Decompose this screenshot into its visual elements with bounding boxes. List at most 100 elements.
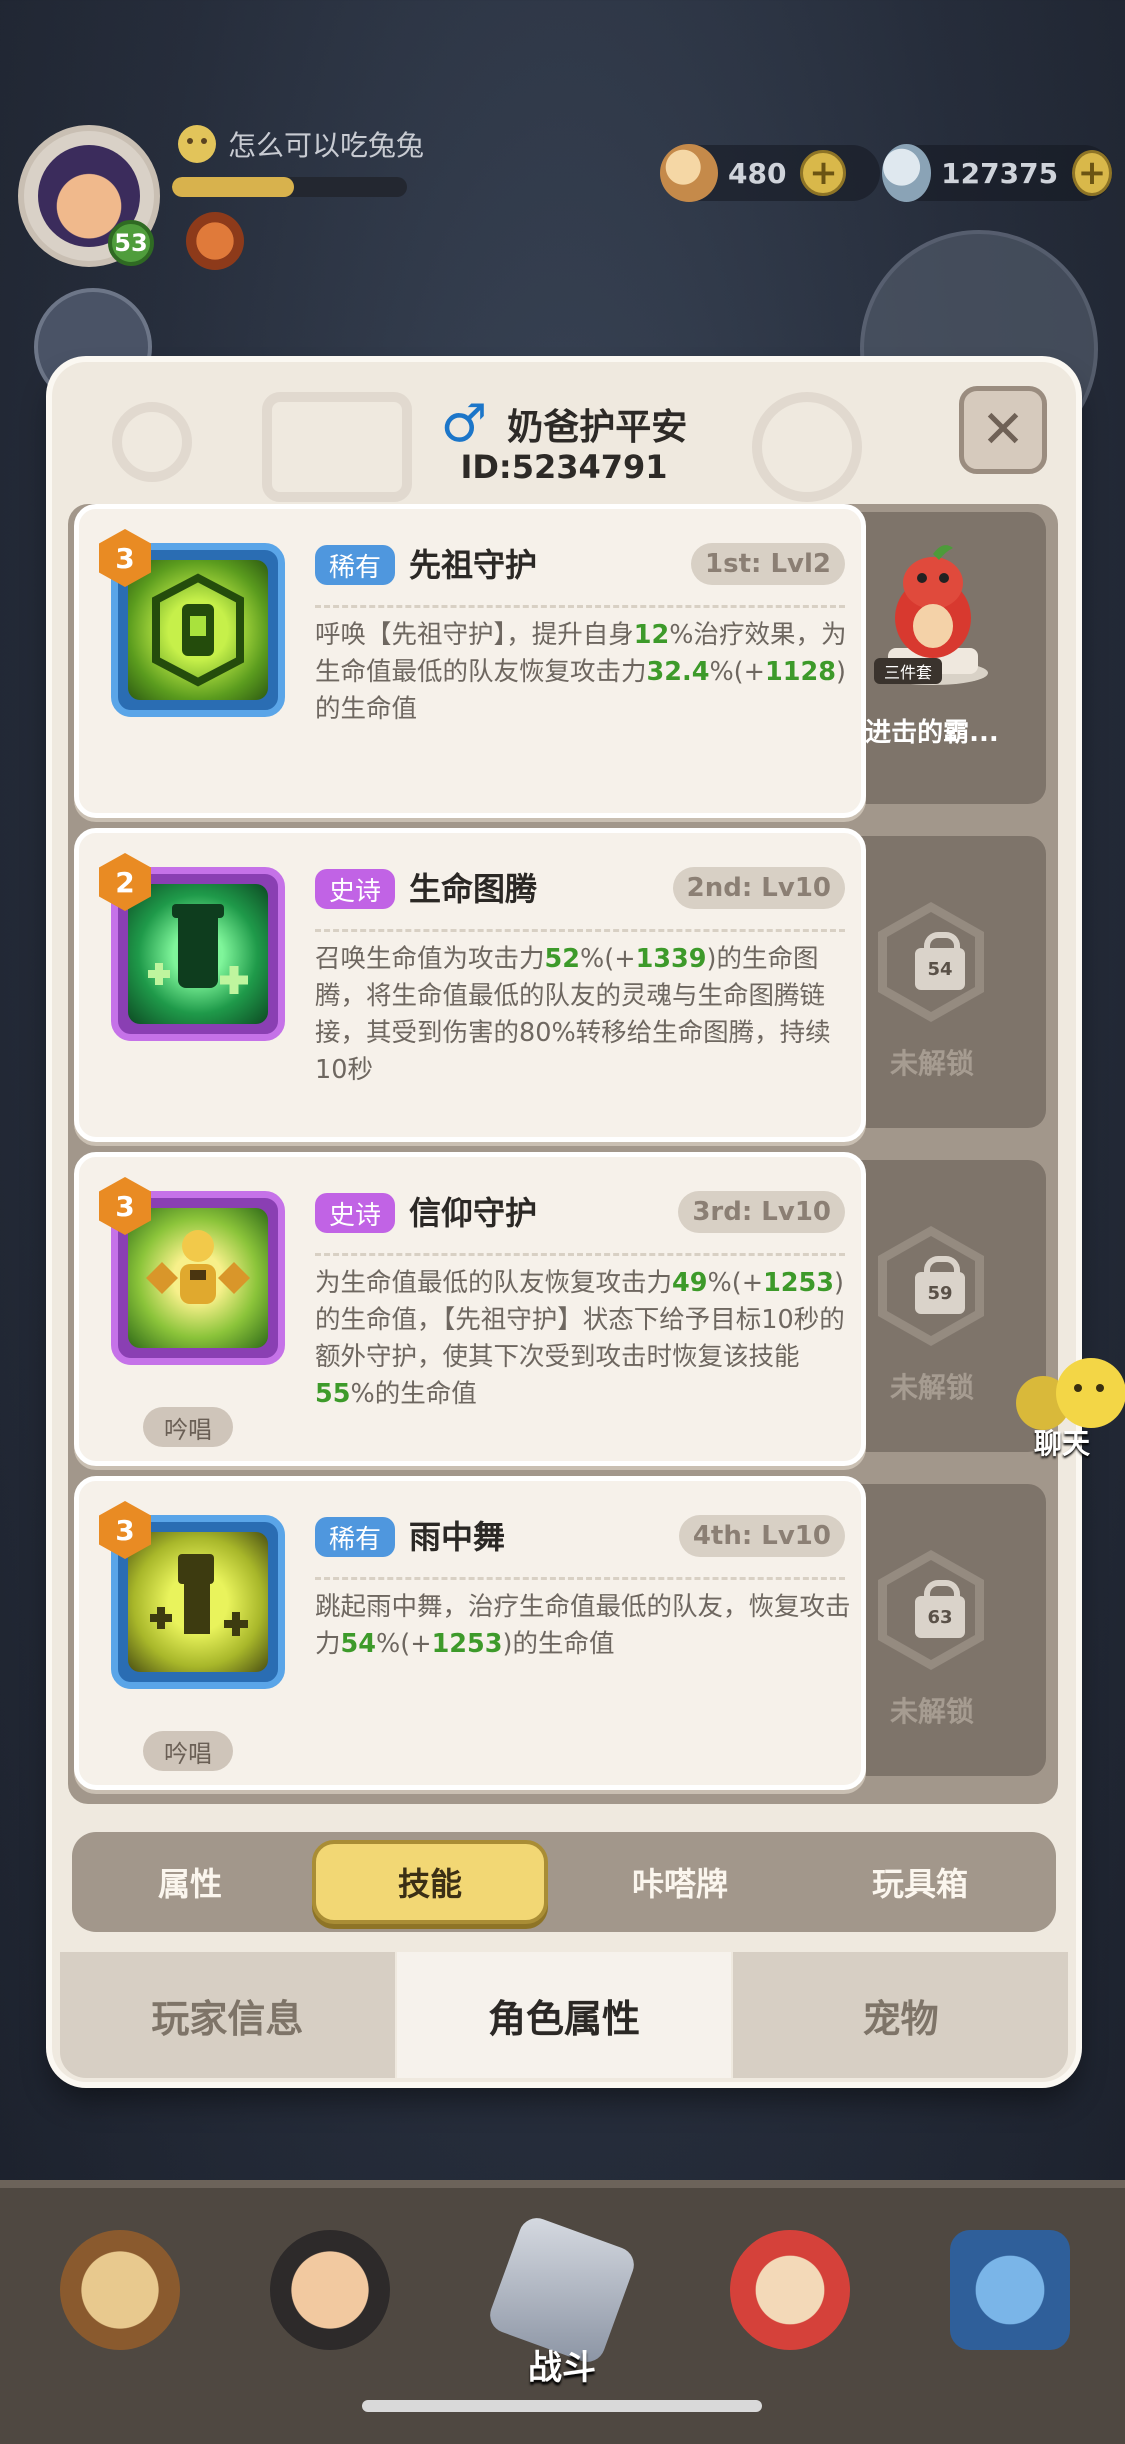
divider — [315, 1577, 845, 1580]
skill-value: 12 — [633, 620, 670, 650]
nav-character-1[interactable] — [20, 2210, 220, 2410]
skill-text: 召唤生命值为攻击力 — [315, 944, 545, 974]
divider — [315, 929, 845, 932]
nav-pet[interactable] — [690, 2210, 890, 2410]
skill-card[interactable]: 3 吟唱 史诗 信仰守护 3rd: Lv10 为生命值最低的队友恢复攻击力49%… — [74, 1152, 866, 1466]
rarity-badge: 史诗 — [315, 869, 396, 909]
shrine-icon — [950, 2230, 1070, 2350]
skill-level: 3rd: Lv10 — [678, 1191, 845, 1233]
unlock-level: 54 — [915, 948, 965, 990]
skill-text: %(+ — [709, 657, 765, 687]
skill-value: 1339 — [635, 944, 707, 974]
skill-value: 32.4 — [646, 657, 710, 687]
skill-value: 55 — [315, 1379, 351, 1409]
male-gender-icon: ♂ — [440, 394, 488, 454]
xp-bar-fill — [172, 177, 295, 197]
skill-description: 召唤生命值为攻击力52%(+1339)的生命图腾，将生命值最低的队友的灵魂与生命… — [315, 941, 851, 1089]
tab-character-attributes[interactable]: 角色属性 — [396, 1952, 734, 2078]
skill-level: 2nd: Lv10 — [672, 867, 845, 909]
modal-title: ♂ 奶爸护平安 — [52, 398, 1076, 450]
nav-character-2[interactable] — [230, 2210, 430, 2410]
pearl-count: 127375 — [941, 156, 1059, 190]
skill-name: 先祖守护 — [409, 546, 538, 584]
close-button[interactable]: ✕ — [959, 386, 1047, 474]
tab-cards[interactable]: 咔嗒牌 — [562, 1840, 798, 1924]
skill-level: 1st: Lvl2 — [691, 543, 845, 585]
tab-pets[interactable]: 宠物 — [733, 1952, 1069, 2078]
skill-description: 为生命值最低的队友恢复攻击力49%(+1253)的生命值，【先祖守护】状态下给予… — [315, 1265, 851, 1413]
skill-text: 为生命值最低的队友恢复攻击力 — [315, 1268, 673, 1298]
lock-icon: 63 — [878, 1550, 984, 1670]
inner-tab-bar: 属性 技能 咔嗒牌 玩具箱 — [72, 1832, 1056, 1932]
skill-description: 跳起雨中舞，治疗生命值最低的队友，恢复攻击力54%(+1253)的生命值 — [315, 1589, 851, 1663]
resource-pearl: 127375 + — [882, 144, 1112, 202]
home-indicator[interactable] — [362, 2400, 762, 2412]
skill-card[interactable]: 3 吟唱 稀有 雨中舞 4th: Lv10 跳起雨中舞，治疗生命值最低的队友，恢… — [74, 1476, 866, 1790]
skill-description: 呼唤【先祖守护】，提升自身12%治疗效果，为生命值最低的队友恢复攻击力32.4%… — [315, 617, 851, 728]
chat-button[interactable]: 聊天 — [1010, 1352, 1125, 1460]
skill-value: 1253 — [763, 1268, 835, 1298]
skill-text: %(+ — [376, 1629, 432, 1659]
skill-value: 49 — [672, 1268, 708, 1298]
hud-username: 怎么可以吃兔兔 — [178, 124, 424, 164]
skill-card[interactable]: 3 稀有 先祖守护 1st: Lvl2 呼唤【先祖守护】，提升自身12%治疗效果… — [74, 504, 866, 818]
player-profile-modal: ♂ 奶爸护平安 ID:5234791 ✕ 三件套 进击的霸... 3 稀有 先祖… — [52, 362, 1076, 2082]
skill-icon — [128, 884, 268, 1024]
set-badge: 三件套 — [874, 658, 943, 684]
skill-value: 54 — [340, 1629, 377, 1659]
player-level-badge: 53 — [108, 220, 154, 266]
lock-icon: 59 — [878, 1226, 984, 1346]
skill-row: 59 未解锁 3 吟唱 史诗 信仰守护 3rd: Lv10 为生命值最低的队友恢… — [68, 1152, 1058, 1466]
nav-battle[interactable]: 战斗 — [462, 2210, 662, 2410]
skill-text: %的生命值 — [350, 1379, 477, 1409]
dinosaur-pet-icon — [730, 2230, 850, 2350]
tab-skills[interactable]: 技能 — [312, 1840, 548, 1924]
skill-row: 63 未解锁 3 吟唱 稀有 雨中舞 4th: Lv10 跳起雨中舞，治疗生命值… — [68, 1476, 1058, 1790]
skill-list[interactable]: 三件套 进击的霸... 3 稀有 先祖守护 1st: Lvl2 呼唤【先祖守护】… — [68, 504, 1058, 1804]
hero-character-icon — [270, 2230, 390, 2350]
chant-tag: 吟唱 — [143, 1407, 233, 1447]
emoji-face-icon — [178, 125, 216, 163]
rain-dance-icon — [150, 1554, 248, 1636]
skill-card[interactable]: 2 史诗 生命图腾 2nd: Lv10 召唤生命值为攻击力52%(+1339)的… — [74, 828, 866, 1142]
player-name: 奶爸护平安 — [507, 407, 688, 448]
divider — [315, 605, 845, 608]
faith-guard-icon — [146, 1230, 250, 1304]
divider — [315, 1253, 845, 1256]
resource-shell: 480 + — [660, 144, 880, 202]
rarity-badge: 稀有 — [315, 545, 396, 585]
skill-name: 雨中舞 — [409, 1518, 506, 1556]
nav-shop[interactable] — [910, 2210, 1110, 2410]
skill-text: %(+ — [580, 944, 636, 974]
lock-hex-inner: 59 — [887, 1236, 975, 1336]
add-pearl-button[interactable]: + — [1072, 150, 1112, 196]
rarity-badge: 史诗 — [315, 1193, 396, 1233]
chant-tag: 吟唱 — [143, 1731, 233, 1771]
xp-bar — [172, 177, 407, 197]
skill-row: 三件套 进击的霸... 3 稀有 先祖守护 1st: Lvl2 呼唤【先祖守护】… — [68, 504, 1058, 818]
skill-icon — [128, 560, 268, 700]
tab-attributes[interactable]: 属性 — [72, 1840, 308, 1924]
skill-value: 52 — [544, 944, 581, 974]
skill-row: 54 未解锁 2 史诗 生命图腾 2nd: Lv10 召唤生命值为攻击力52%(… — [68, 828, 1058, 1142]
skill-text: 呼唤【先祖守护】，提升自身 — [315, 620, 634, 650]
player-id: ID:5234791 — [460, 448, 668, 486]
chat-icon — [1056, 1358, 1125, 1428]
lock-icon: 54 — [878, 902, 984, 1022]
skill-icon — [128, 1532, 268, 1672]
tab-toybox[interactable]: 玩具箱 — [802, 1840, 1038, 1924]
skill-value: 1128 — [764, 657, 836, 687]
pearl-icon — [882, 144, 932, 202]
tab-player-info[interactable]: 玩家信息 — [60, 1952, 397, 2078]
pet-icon[interactable] — [186, 212, 244, 270]
ancestor-guard-icon — [152, 573, 244, 687]
unlock-level: 59 — [915, 1272, 965, 1314]
outer-tab-bar: 玩家信息 角色属性 宠物 — [60, 1952, 1069, 2078]
lock-hex-inner: 63 — [887, 1560, 975, 1660]
skill-level: 4th: Lv10 — [678, 1515, 845, 1557]
skill-name: 信仰守护 — [409, 1194, 538, 1232]
chat-label: 聊天 — [1034, 1427, 1091, 1460]
add-shell-button[interactable]: + — [800, 150, 847, 196]
skill-icon — [128, 1208, 268, 1348]
nav-battle-label: 战斗 — [528, 2348, 596, 2388]
